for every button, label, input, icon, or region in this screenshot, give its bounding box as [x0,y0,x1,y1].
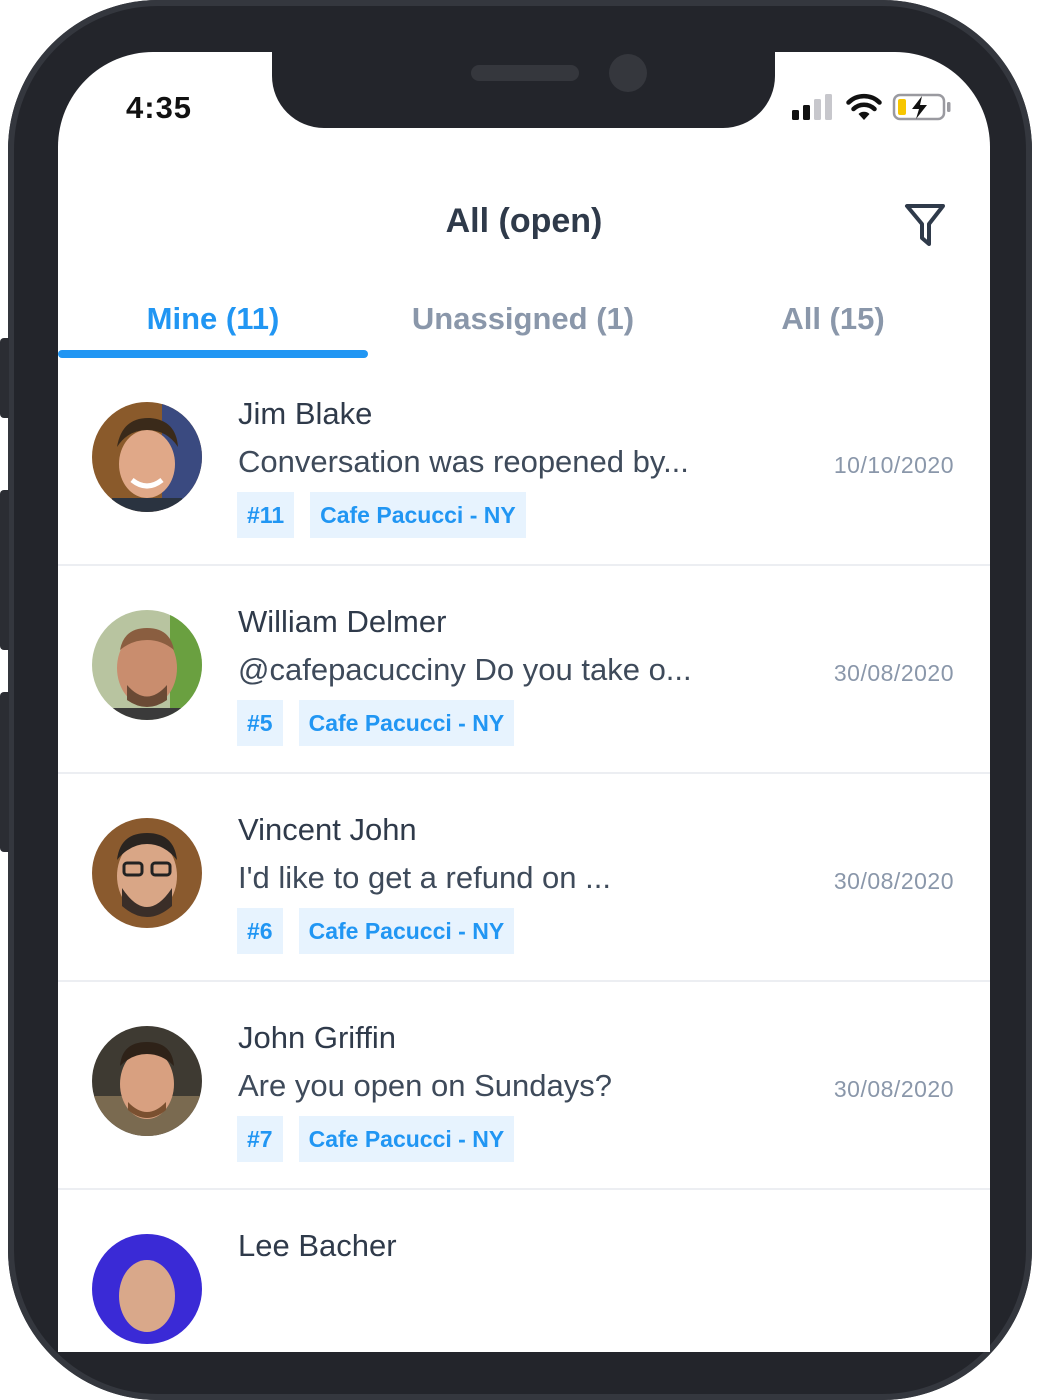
side-button-volume-down [0,692,9,852]
app-screen: 4:35 All (open) Mine (11) Unassigned (1)… [58,52,990,1352]
message-preview: I'd like to get a refund on ... [238,860,611,895]
contact-name: Lee Bacher [238,1228,397,1263]
conversation-list: Jim Blake Conversation was reopened by..… [58,358,990,1352]
active-tab-indicator [58,350,368,358]
avatar [92,1234,202,1344]
conversation-row[interactable]: Lee Bacher [58,1190,990,1352]
speaker-grille [471,65,579,81]
conversation-date: 30/08/2020 [833,868,954,894]
location-tag: Cafe Pacucci - NY [298,700,515,746]
status-icons [792,92,952,122]
tag-list: #11 Cafe Pacucci - NY [237,492,526,538]
avatar [92,610,202,720]
contact-name: William Delmer [238,604,447,639]
contact-name: Jim Blake [238,396,373,431]
tab-all[interactable]: All (15) [678,280,988,358]
tag-list: #6 Cafe Pacucci - NY [237,908,515,954]
conversation-id-tag: #5 [237,700,283,746]
avatar [92,1026,202,1136]
front-camera [609,54,647,92]
side-button-volume-up [0,490,9,650]
conversation-tabs: Mine (11) Unassigned (1) All (15) [58,280,990,360]
side-button-mute [0,338,9,418]
contact-name: John Griffin [238,1020,396,1055]
conversation-id-tag: #6 [237,908,283,954]
status-time: 4:35 [126,90,193,125]
conversation-row[interactable]: William Delmer @cafepacucciny Do you tak… [58,566,990,774]
location-tag: Cafe Pacucci - NY [298,1116,515,1162]
tag-list: #7 Cafe Pacucci - NY [237,1116,515,1162]
conversation-date: 10/10/2020 [833,452,954,478]
filter-funnel-icon[interactable] [904,202,946,248]
tab-unassigned[interactable]: Unassigned (1) [368,280,678,358]
avatar [92,402,202,512]
conversation-row[interactable]: Jim Blake Conversation was reopened by..… [58,358,990,566]
avatar [92,818,202,928]
conversation-row[interactable]: John Griffin Are you open on Sundays? 30… [58,982,990,1190]
conversation-date: 30/08/2020 [833,1076,954,1102]
cellular-signal-icon [792,94,832,120]
battery-charging-icon [892,93,951,121]
message-preview: Are you open on Sundays? [238,1068,612,1103]
location-tag: Cafe Pacucci - NY [298,908,515,954]
wifi-icon [846,93,882,120]
conversation-id-tag: #7 [237,1116,283,1162]
conversation-id-tag: #11 [237,492,295,538]
conversation-row[interactable]: Vincent John I'd like to get a refund on… [58,774,990,982]
tag-list: #5 Cafe Pacucci - NY [237,700,515,746]
contact-name: Vincent John [238,812,417,847]
phone-notch [272,52,775,128]
page-title: All (open) [445,202,603,240]
tab-mine[interactable]: Mine (11) [58,280,368,358]
location-tag: Cafe Pacucci - NY [310,492,526,538]
message-preview: Conversation was reopened by... [238,444,689,479]
message-preview: @cafepacucciny Do you take o... [238,652,692,687]
conversation-date: 30/08/2020 [833,660,954,686]
